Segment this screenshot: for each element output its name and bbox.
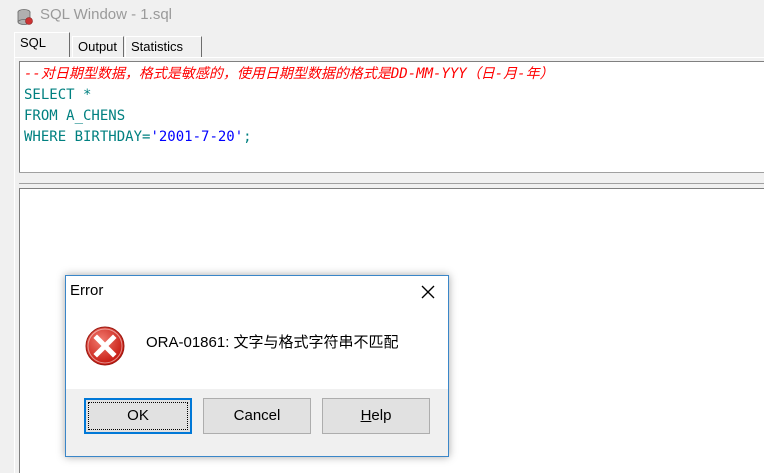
- code-line-where: WHERE BIRTHDAY='2001-7-20';: [24, 127, 252, 147]
- cancel-button[interactable]: Cancel: [203, 398, 311, 434]
- dialog-title: Error: [70, 282, 104, 299]
- tab-statistics[interactable]: Statistics: [125, 36, 202, 58]
- code-where-clause: WHERE BIRTHDAY=: [24, 129, 151, 145]
- error-icon: [85, 326, 125, 366]
- pane-splitter[interactable]: [19, 172, 764, 184]
- focus-ring: [88, 402, 188, 430]
- dialog-titlebar: Error: [66, 276, 448, 307]
- dialog-body: ORA-01861: 文字与格式字符串不匹配: [66, 307, 448, 389]
- help-button-label: elp: [371, 407, 392, 424]
- tab-output[interactable]: Output: [72, 36, 124, 58]
- code-string-literal: '2001-7-20': [150, 129, 244, 145]
- close-icon[interactable]: [418, 282, 438, 302]
- error-dialog: Error ORA-01861: 文字与格式字符串不匹配 OK Cancel H…: [65, 275, 449, 457]
- window-titlebar: SQL Window - 1.sql: [0, 0, 764, 32]
- help-button[interactable]: Help: [322, 398, 430, 434]
- ok-button[interactable]: OK: [84, 398, 192, 434]
- help-accelerator: H: [360, 407, 372, 424]
- code-line-from: FROM A_CHENS: [24, 108, 126, 124]
- code-line-comment: --对日期型数据，格式是敏感的，使用日期型数据的格式是DD-MM-YYY（日-月…: [24, 66, 554, 82]
- code-terminator: ;: [243, 129, 252, 145]
- sql-editor[interactable]: --对日期型数据，格式是敏感的，使用日期型数据的格式是DD-MM-YYY（日-月…: [19, 61, 764, 172]
- tab-sql[interactable]: SQL: [14, 32, 70, 57]
- code-line-select: SELECT *: [24, 87, 92, 103]
- database-icon: [17, 9, 33, 25]
- window-title: SQL Window - 1.sql: [40, 6, 172, 23]
- error-message: ORA-01861: 文字与格式字符串不匹配: [146, 334, 399, 351]
- cancel-button-label: Cancel: [233, 407, 281, 424]
